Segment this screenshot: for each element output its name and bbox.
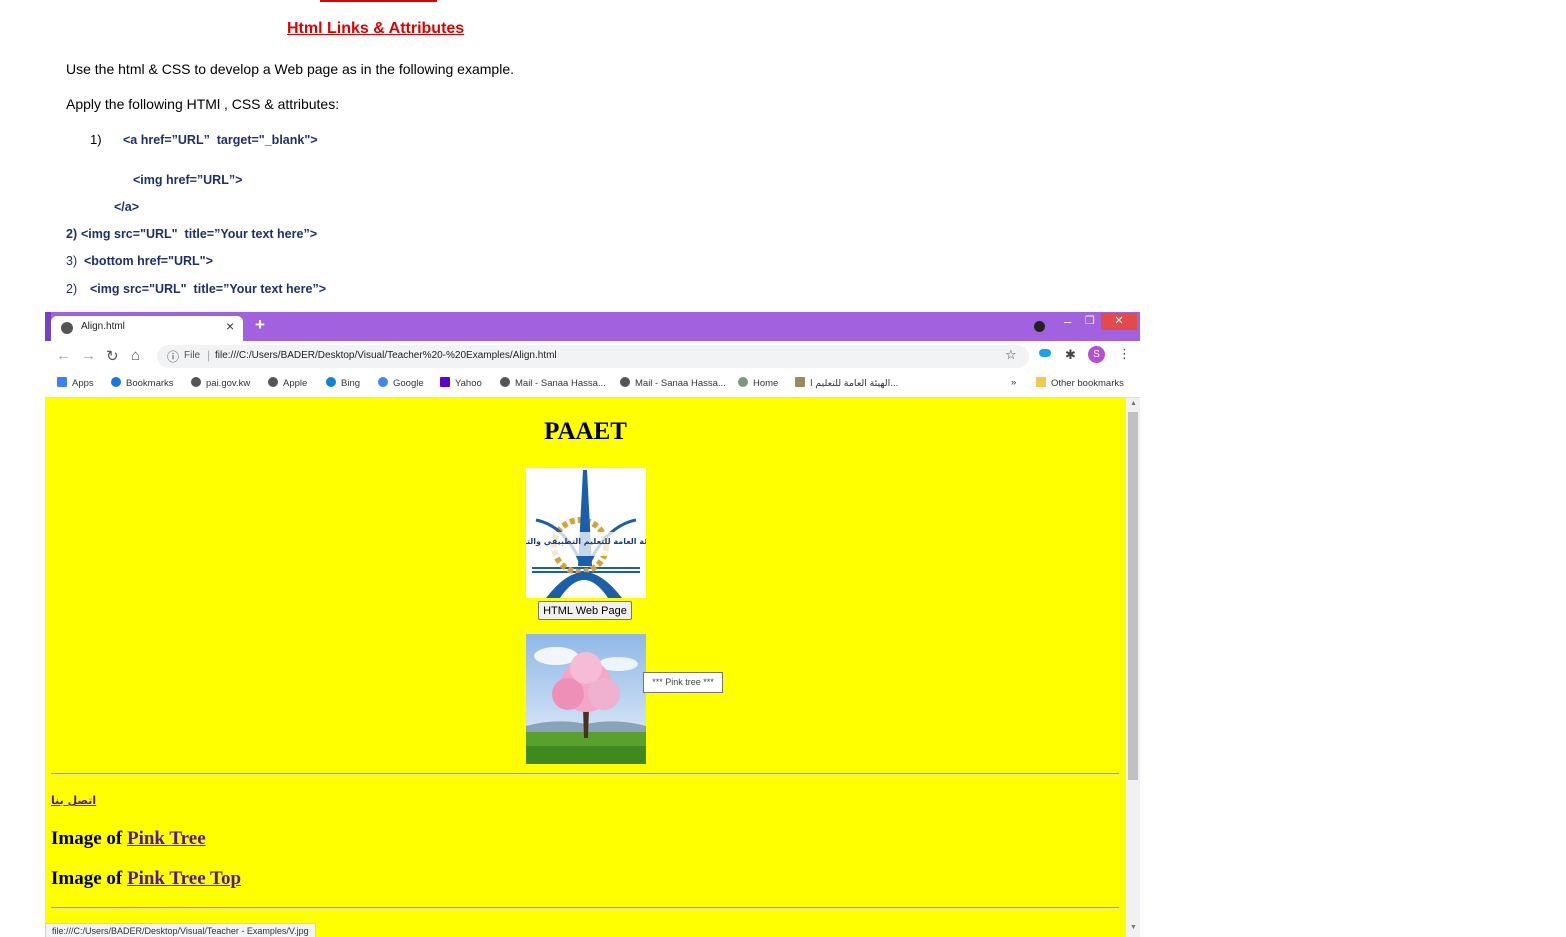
status-bar-url: file:///C:/Users/BADER/Desktop/Visual/Te… [45, 923, 316, 937]
code-anchor-close: </a> [114, 200, 140, 214]
scroll-thumb[interactable] [1128, 412, 1138, 780]
browser-toolbar: ← → ↻ ⌂ ⓘ File | file:///C:/Users/BADER/… [45, 341, 1140, 371]
code-img-title: <img src="URL" title=”Your text here”> [81, 227, 317, 241]
scroll-up-arrow-icon[interactable]: ▲ [1130, 400, 1137, 407]
google-icon [378, 377, 388, 387]
title-underline-rule [320, 0, 437, 2]
pink-tree-image [526, 634, 646, 764]
folder-icon [1036, 377, 1046, 387]
address-bar[interactable]: ⓘ File | file:///C:/Users/BADER/Desktop/… [157, 345, 1029, 368]
bookmark-star-icon[interactable]: ☆ [1005, 347, 1017, 363]
forward-arrow-icon[interactable]: → [81, 347, 96, 364]
bookmark-apps[interactable]: Apps [57, 377, 94, 389]
other-bookmarks[interactable]: Other bookmarks [1036, 377, 1124, 389]
home-icon[interactable]: ⌂ [131, 347, 140, 364]
bookmark-pai[interactable]: pai.gov.kw [191, 377, 250, 389]
url-text[interactable]: file:///C:/Users/BADER/Desktop/Visual/Te… [215, 350, 557, 361]
document-title: Html Links & Attributes [287, 20, 465, 37]
globe-icon [191, 377, 201, 387]
item-number: 2) [66, 227, 78, 241]
instruction-line-2: Apply the following HTMl , CSS & attribu… [66, 96, 340, 112]
bookmark-bookmarks[interactable]: Bookmarks [111, 377, 174, 389]
image-of-line: Image of Pink Tree [51, 828, 206, 850]
cloud-extension-icon[interactable] [1039, 349, 1051, 357]
page-viewport: PAAET الهيئة العامة للتعليم التطبيقي وال… [45, 398, 1126, 937]
browser-window: Align.html × + – ❐ ✕ ← → ↻ ⌂ ⓘ File | fi… [45, 312, 1140, 937]
incognito-indicator-icon[interactable] [1034, 321, 1045, 332]
bookmark-mail-1[interactable]: Mail - Sanaa Hassa... [500, 377, 606, 389]
new-tab-button[interactable]: + [255, 315, 265, 335]
bookmark-apple[interactable]: Apple [268, 377, 307, 389]
scroll-down-arrow-icon[interactable]: ▼ [1130, 924, 1137, 931]
minimize-button[interactable]: – [1064, 314, 1071, 329]
code-bottom-href: <bottom href="URL"> [84, 254, 213, 268]
bing-icon [326, 377, 336, 387]
paaet-logo-image: الهيئة العامة للتعليم التطبيقي والتدريب [506, 468, 662, 598]
code-anchor-open: <a href=”URL” target="_blank"> [123, 133, 318, 147]
tab-align-html[interactable]: Align.html × [51, 316, 243, 341]
tab-title: Align.html [81, 321, 125, 332]
file-label: File [184, 350, 201, 361]
paaet-logo-link[interactable]: الهيئة العامة للتعليم التطبيقي والتدريب [506, 468, 662, 598]
vertical-scrollbar[interactable]: ▲ ▼ [1126, 398, 1140, 937]
star-icon [111, 377, 121, 387]
bookmark-yahoo[interactable]: Yahoo [440, 377, 482, 389]
image-of-line: Image of Pink Tree Top [51, 868, 241, 890]
bookmark-bing[interactable]: Bing [326, 377, 360, 389]
paaet-favicon-icon [795, 377, 805, 387]
profile-avatar[interactable]: S [1088, 346, 1105, 363]
pink-tree-top-link[interactable]: Pink Tree Top [127, 868, 241, 889]
info-icon[interactable]: ⓘ [167, 348, 179, 365]
item-number: 3) [66, 254, 78, 268]
maximize-button[interactable]: ❐ [1085, 314, 1095, 327]
more-bookmarks-button[interactable]: » [1011, 377, 1016, 388]
kebab-menu-icon[interactable]: ⋮ [1118, 346, 1131, 362]
url-separator: | [207, 348, 211, 362]
globe-icon [500, 377, 510, 387]
horizontal-rule [51, 907, 1119, 909]
globe-icon [620, 377, 630, 387]
globe-icon [61, 322, 73, 334]
logo-arabic-text: الهيئة العامة للتعليم التطبيقي والتدريب [526, 537, 646, 546]
close-tab-icon[interactable]: × [226, 318, 234, 334]
home-bookmark-icon [738, 377, 748, 387]
pink-tree-link[interactable]: Pink Tree [127, 828, 206, 849]
globe-icon [268, 377, 278, 387]
image-of-label: Image of [51, 828, 123, 849]
back-arrow-icon[interactable]: ← [56, 347, 71, 364]
item-number: 2) [66, 282, 78, 296]
yahoo-icon [440, 377, 450, 387]
horizontal-rule [51, 773, 1119, 775]
bookmark-home[interactable]: Home [738, 377, 778, 389]
item-number: 1) [90, 132, 102, 147]
instruction-line-1: Use the html & CSS to develop a Web page… [66, 61, 514, 77]
bookmarks-bar: Apps Bookmarks pai.gov.kw Apple Bing Goo… [45, 371, 1140, 398]
code-img-title: <img src="URL" title=”Your text here”> [90, 282, 326, 296]
reload-icon[interactable]: ↻ [106, 347, 119, 365]
image-title-tooltip: *** Pink tree *** [643, 672, 723, 693]
pink-tree-image-link[interactable] [526, 634, 646, 764]
tab-strip: Align.html × + – ❐ ✕ [45, 312, 1140, 341]
code-img-href: <img href=”URL”> [133, 173, 243, 187]
html-web-page-button[interactable]: HTML Web Page [538, 601, 632, 620]
bookmark-google[interactable]: Google [378, 377, 424, 389]
page-heading: PAAET [544, 418, 627, 445]
image-of-label: Image of [51, 868, 123, 889]
apps-grid-icon [57, 377, 67, 387]
contact-us-link[interactable]: اتصل بنا [51, 794, 96, 807]
puzzle-extensions-icon[interactable]: ✱ [1065, 347, 1076, 363]
bookmark-mail-2[interactable]: Mail - Sanaa Hassa... [620, 377, 726, 389]
bookmark-paaet-arabic[interactable]: الهيئة العامة للتعليم ا... [795, 377, 898, 389]
window-close-button[interactable]: ✕ [1101, 313, 1137, 330]
